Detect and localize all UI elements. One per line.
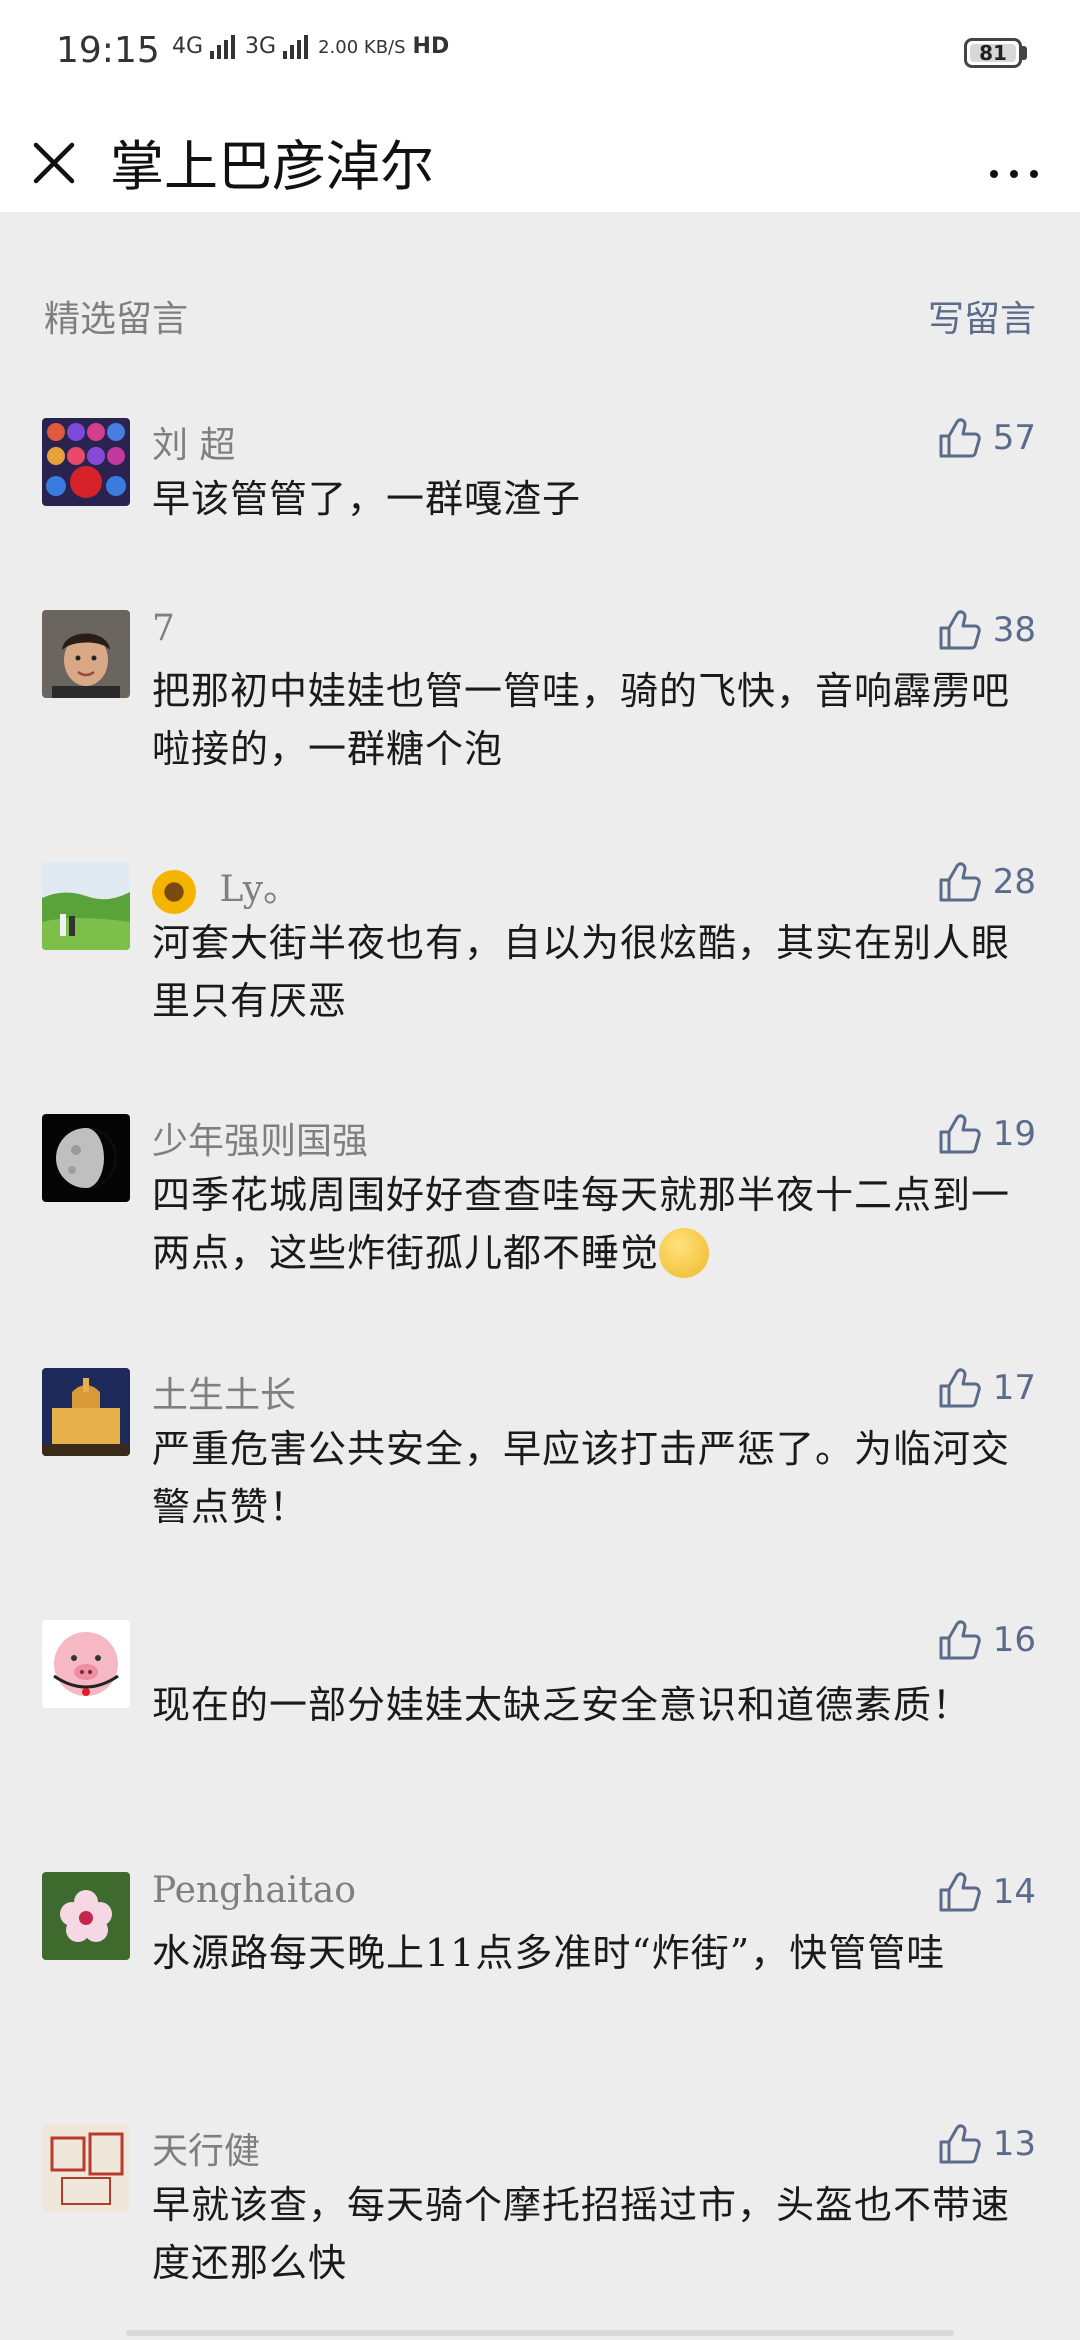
avatar[interactable] <box>42 610 130 698</box>
commenter-name[interactable]: 天行健 <box>152 2122 260 2174</box>
like-button[interactable]: 38 <box>937 604 1036 656</box>
comment-text: 现在的一部分娃娃太缺乏安全意识和道德素质！ <box>152 1683 972 1727</box>
flower-avatar-image <box>42 1872 130 1960</box>
comment-item: Ly。 28 河套大街半夜也有，自以为很炫酷，其实在别人眼里只有厌恶 <box>0 862 1080 1042</box>
status-network-icons: 4G 3G 2.00 KB/S HD <box>172 34 449 59</box>
sunflower-emoji-icon <box>152 870 196 914</box>
comment-item: 16 现在的一部分娃娃太缺乏安全意识和道德素质！ <box>0 1620 1080 1800</box>
pig-avatar-image <box>42 1620 130 1708</box>
signal-icon-2 <box>283 35 309 59</box>
status-time: 19:15 <box>56 30 160 71</box>
like-count: 28 <box>992 862 1036 902</box>
commenter-name[interactable]: 刘 超 <box>152 416 235 468</box>
like-button[interactable]: 16 <box>937 1614 1036 1666</box>
boy-avatar-image <box>42 610 130 698</box>
more-button[interactable] <box>984 132 1044 192</box>
commenter-name[interactable]: Penghaitao <box>152 1870 356 1911</box>
battery-icon: 81 <box>964 38 1022 68</box>
close-button[interactable] <box>28 126 84 192</box>
comment-item: 少年强则国强 19 四季花城周围好好查查哇每天就那半夜十二点到一两点，这些炸街孤… <box>0 1114 1080 1294</box>
avatar[interactable] <box>42 862 130 950</box>
avatar[interactable] <box>42 418 130 506</box>
comment-text: 河套大街半夜也有，自以为很炫酷，其实在别人眼里只有厌恶 <box>152 921 1011 1023</box>
page-title: 掌上巴彦淖尔 <box>110 135 434 198</box>
comment-text: 水源路每天晚上11点多准时“炸街”，快管管哇 <box>152 1931 946 1975</box>
thumbs-up-icon <box>939 1368 981 1408</box>
thumbs-up-icon <box>939 2124 981 2164</box>
comments-header: 精选留言 写留言 <box>44 286 1036 340</box>
signal-icon <box>210 35 236 59</box>
like-count: 17 <box>992 1368 1036 1408</box>
thumbs-up-icon <box>939 1872 981 1912</box>
comment-text-content: 四季花城周围好好查查哇每天就那半夜十二点到一两点，这些炸街孤儿都不睡觉 <box>152 1173 1011 1275</box>
commenter-name[interactable]: Ly。 <box>152 860 299 914</box>
avatar[interactable] <box>42 2124 130 2212</box>
avatar[interactable] <box>42 1114 130 1202</box>
avatar[interactable] <box>42 1872 130 1960</box>
dizzy-face-emoji-icon <box>659 1227 710 1278</box>
like-count: 38 <box>992 610 1036 650</box>
like-button[interactable]: 19 <box>937 1108 1036 1160</box>
comment-text: 早该管管了，一群嘎渣子 <box>152 477 582 521</box>
like-button[interactable]: 57 <box>937 412 1036 464</box>
flowers-avatar-image <box>42 418 130 506</box>
battery-level: 81 <box>970 43 1016 63</box>
comment-text: 早就该查，每天骑个摩托招摇过市，头盔也不带速度还那么快 <box>152 2183 1011 2285</box>
battery-tip <box>1022 46 1027 60</box>
meadow-avatar-image <box>42 862 130 950</box>
thumbs-up-icon <box>939 418 981 458</box>
comment-item: 刘 超 57 早该管管了，一群嘎渣子 <box>0 418 1080 558</box>
avatar[interactable] <box>42 1368 130 1456</box>
comment-item: 7 38 把那初中娃娃也管一管哇，骑的飞快，音响霹雳吧啦接的，一群糖个泡 <box>0 608 1080 790</box>
comment-item: Penghaitao 14 水源路每天晚上11点多准时“炸街”，快管管哇 <box>0 1870 1080 2052</box>
commenter-name[interactable]: 7 <box>152 608 175 649</box>
comment-text: 严重危害公共安全，早应该打击严惩了。为临河交警点赞！ <box>152 1427 1011 1529</box>
write-comment-button[interactable]: 写留言 <box>928 290 1036 342</box>
hd-badge: HD <box>412 34 450 59</box>
network-speed: 2.00 KB/S <box>318 37 406 58</box>
thumbs-up-icon <box>939 1620 981 1660</box>
comment-text: 把那初中娃娃也管一管哇，骑的飞快，音响霹雳吧啦接的，一群糖个泡 <box>152 669 1011 771</box>
like-button[interactable]: 14 <box>937 1866 1036 1918</box>
like-count: 19 <box>992 1114 1036 1154</box>
nav-bar: 掌上巴彦淖尔 <box>0 108 1080 212</box>
like-button[interactable]: 28 <box>937 856 1036 908</box>
close-icon <box>33 142 75 184</box>
section-title: 精选留言 <box>44 299 189 340</box>
like-count: 14 <box>992 1872 1036 1912</box>
avatar[interactable] <box>42 1620 130 1708</box>
like-button[interactable]: 13 <box>937 2118 1036 2170</box>
thumbs-up-icon <box>939 1114 981 1154</box>
commenter-name-text: Ly。 <box>219 869 300 910</box>
comment-item: 土生土长 17 严重危害公共安全，早应该打击严惩了。为临河交警点赞！ <box>0 1368 1080 1548</box>
network-3g-label: 3G <box>245 34 277 59</box>
horizontal-scrollbar[interactable] <box>126 2330 954 2336</box>
building-avatar-image <box>42 1368 130 1456</box>
network-4g-label: 4G <box>172 34 204 59</box>
commenter-name[interactable]: 土生土长 <box>152 1366 296 1418</box>
comment-item: 天行健 13 早就该查，每天骑个摩托招摇过市，头盔也不带速度还那么快 <box>0 2124 1080 2304</box>
more-icon <box>990 170 1038 178</box>
status-bar: 19:15 4G 3G 2.00 KB/S HD 81 <box>0 0 1080 108</box>
seal-avatar-image <box>42 2124 130 2212</box>
like-count: 57 <box>992 418 1036 458</box>
moon-avatar-image <box>42 1114 130 1202</box>
like-count: 13 <box>992 2124 1036 2164</box>
thumbs-up-icon <box>939 610 981 650</box>
commenter-name[interactable]: 少年强则国强 <box>152 1112 368 1164</box>
like-count: 16 <box>992 1620 1036 1660</box>
thumbs-up-icon <box>939 862 981 902</box>
comment-text: 四季花城周围好好查查哇每天就那半夜十二点到一两点，这些炸街孤儿都不睡觉 <box>152 1166 1022 1282</box>
like-button[interactable]: 17 <box>937 1362 1036 1414</box>
